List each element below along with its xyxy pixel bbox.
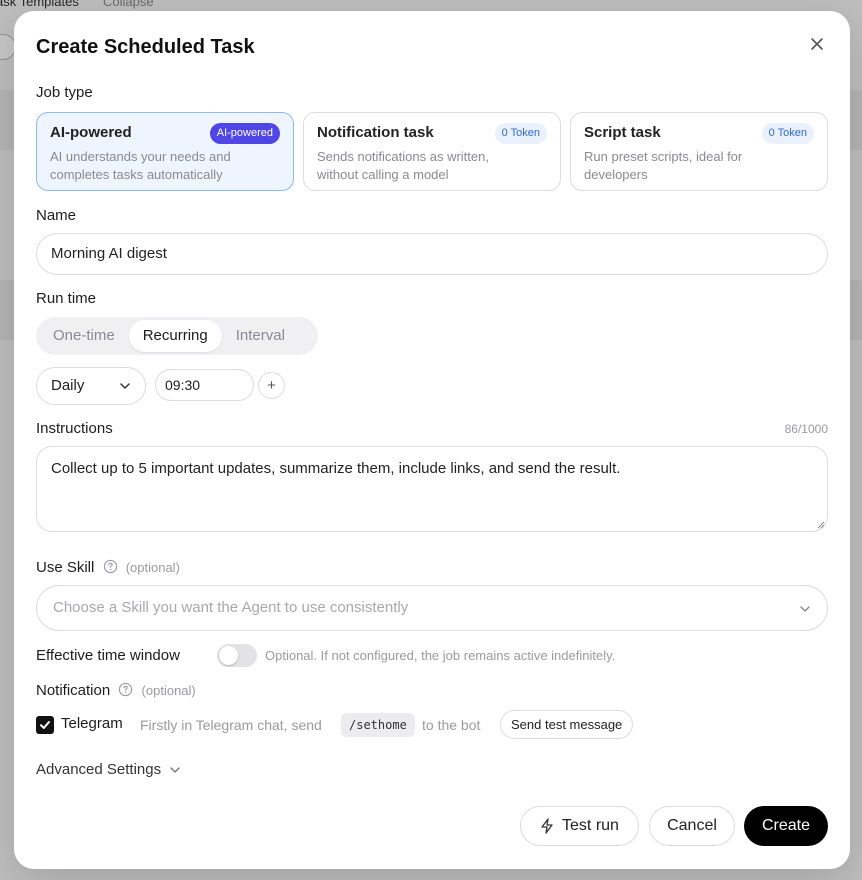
skill-placeholder: Choose a Skill you want the Agent to use…: [53, 599, 409, 616]
tab-one-time[interactable]: One-time: [39, 320, 129, 352]
telegram-hint: Firstly in Telegram chat, send: [140, 717, 322, 733]
telegram-hint-suffix: to the bot: [422, 717, 481, 733]
sethome-command: /sethome: [341, 713, 415, 737]
notification-label-row: Notification (optional): [36, 682, 196, 699]
job-type-script[interactable]: Script task 0 Token Run preset scripts, …: [570, 112, 828, 191]
notification-label: Notification: [36, 682, 111, 699]
effective-window-toggle[interactable]: [217, 644, 257, 667]
send-test-message-button[interactable]: Send test message: [500, 710, 634, 739]
close-icon: [811, 38, 823, 50]
job-type-desc: AI understands your needs and completes …: [50, 149, 231, 182]
use-skill-label-row: Use Skill (optional): [36, 559, 180, 576]
tab-recurring[interactable]: Recurring: [128, 320, 222, 352]
frequency-select[interactable]: Daily: [36, 367, 146, 405]
time-input[interactable]: 09:30: [155, 369, 254, 401]
job-type-desc: Run preset scripts, ideal for developers: [584, 149, 743, 182]
job-type-badge: AI-powered: [209, 123, 280, 144]
cancel-label: Cancel: [667, 817, 717, 834]
name-label: Name: [36, 207, 77, 224]
help-icon[interactable]: [118, 682, 133, 697]
frequency-value: Daily: [51, 377, 85, 394]
instructions-label: Instructions: [36, 420, 113, 437]
plus-icon: +: [267, 377, 276, 394]
create-task-dialog: Create Scheduled Task Job type AI-powere…: [14, 11, 850, 869]
effective-window-hint: Optional. If not configured, the job rem…: [265, 648, 616, 663]
name-input[interactable]: Morning AI digest: [36, 233, 828, 275]
chevron-down-icon: [170, 766, 180, 773]
advanced-settings-toggle[interactable]: Advanced Settings: [36, 761, 181, 778]
create-label: Create: [761, 817, 811, 834]
job-type-notification[interactable]: Notification task 0 Token Sends notifica…: [303, 112, 561, 191]
instructions-counter: 86/1000: [784, 422, 828, 436]
help-icon[interactable]: [103, 559, 118, 574]
instructions-text: Collect up to 5 important updates, summa…: [51, 460, 621, 477]
test-run-label: Test run: [562, 817, 619, 834]
add-time-button[interactable]: +: [258, 372, 285, 399]
tab-interval[interactable]: Interval: [222, 320, 299, 352]
job-type-badge: 0 Token: [494, 123, 547, 144]
instructions-textarea[interactable]: Collect up to 5 important updates, summa…: [36, 446, 828, 532]
job-type-desc: Sends notifications as written, without …: [317, 149, 489, 182]
chevron-down-icon: [120, 383, 130, 389]
effective-window-label: Effective time window: [36, 647, 180, 664]
chevron-down-icon: [800, 606, 810, 612]
lightning-icon: [541, 818, 553, 834]
toggle-knob: [219, 646, 238, 665]
notification-optional: (optional): [141, 683, 196, 698]
run-time-label: Run time: [36, 290, 97, 307]
job-type-badge: 0 Token: [761, 123, 814, 144]
resize-handle-icon: [817, 521, 825, 529]
job-type-label: Job type: [36, 84, 93, 101]
telegram-checkbox[interactable]: [36, 716, 54, 734]
test-run-button[interactable]: Test run: [520, 806, 639, 846]
use-skill-label: Use Skill: [36, 559, 95, 576]
job-type-ai[interactable]: AI-powered AI-powered AI understands you…: [36, 112, 294, 191]
close-button[interactable]: [806, 33, 828, 55]
telegram-label: Telegram: [61, 715, 123, 732]
use-skill-optional: (optional): [125, 560, 180, 575]
create-button[interactable]: Create: [744, 806, 828, 846]
checkmark-icon: [40, 721, 50, 729]
advanced-settings-label: Advanced Settings: [36, 761, 162, 778]
skill-select[interactable]: Choose a Skill you want the Agent to use…: [36, 585, 828, 631]
run-time-segmented: One-time Recurring Interval: [36, 317, 318, 355]
cancel-button[interactable]: Cancel: [649, 806, 735, 846]
dialog-title: Create Scheduled Task: [36, 36, 255, 58]
